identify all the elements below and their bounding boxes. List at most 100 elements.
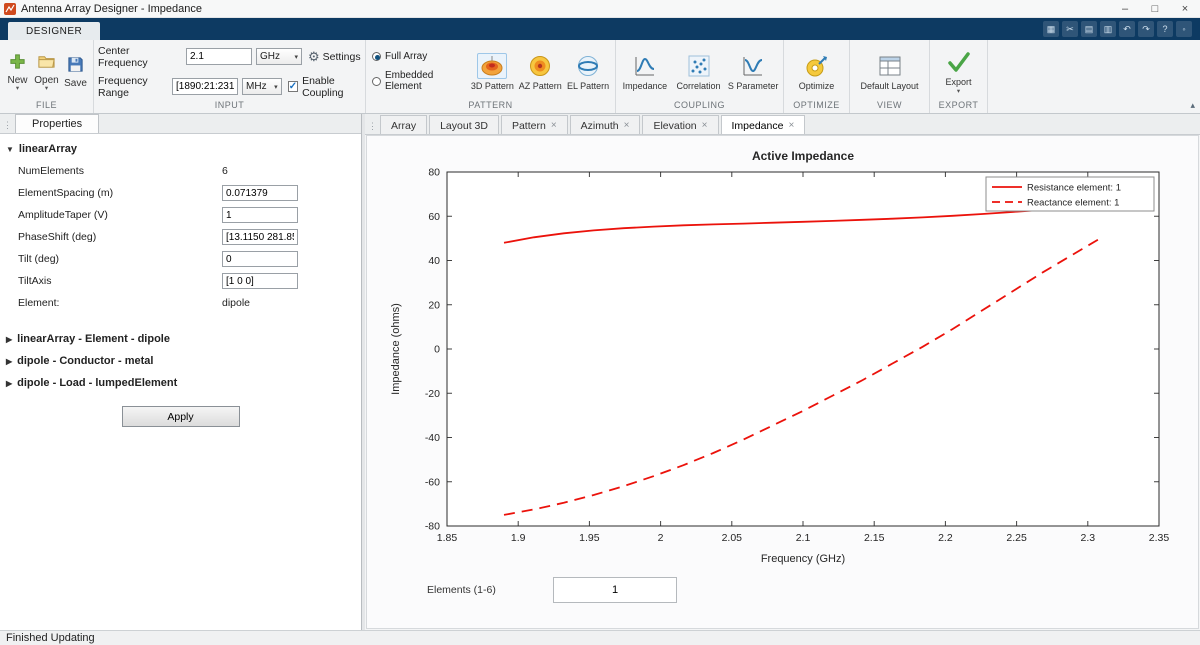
- maximize-button[interactable]: □: [1140, 0, 1170, 17]
- elements-control: Elements (1-6): [369, 577, 1198, 603]
- drag-handle-icon[interactable]: ⋮: [365, 121, 380, 134]
- chevron-down-icon: ▾: [957, 89, 960, 95]
- default-layout-button[interactable]: Default Layout: [854, 53, 925, 91]
- svg-text:1.9: 1.9: [511, 532, 526, 544]
- linear-array-node[interactable]: ▼ linearArray: [0, 138, 361, 160]
- close-button[interactable]: ×: [1170, 0, 1200, 17]
- settings-button[interactable]: ⚙ Settings: [308, 50, 361, 63]
- tab-elevation[interactable]: Elevation ×: [642, 115, 718, 134]
- redo-icon[interactable]: ↷: [1138, 21, 1154, 37]
- app-icon: [4, 3, 16, 15]
- property-label: Tilt (deg): [0, 253, 222, 265]
- group-label-coupling: COUPLING: [616, 100, 783, 113]
- close-icon[interactable]: ×: [551, 121, 557, 131]
- close-icon[interactable]: ×: [788, 121, 794, 131]
- resources-icon[interactable]: ◦: [1176, 21, 1192, 37]
- embedded-element-radio[interactable]: Embedded Element: [372, 70, 467, 92]
- button-label: Optimize: [799, 81, 835, 91]
- property-label: NumElements: [0, 165, 222, 177]
- elements-input[interactable]: [553, 577, 677, 603]
- export-button[interactable]: Export ▾: [934, 49, 983, 95]
- element-dipole-node[interactable]: ▶ linearArray - Element - dipole: [0, 328, 361, 350]
- optimize-icon: [804, 53, 830, 79]
- button-label: S Parameter: [728, 81, 779, 91]
- property-row: ElementSpacing (m): [0, 182, 361, 204]
- button-label: AZ Pattern: [519, 81, 562, 91]
- cut-icon[interactable]: ✂: [1062, 21, 1078, 37]
- svg-text:2.1: 2.1: [796, 532, 811, 544]
- save-button[interactable]: Save: [62, 55, 89, 89]
- copy-icon[interactable]: ▤: [1081, 21, 1097, 37]
- help-icon[interactable]: ?: [1157, 21, 1173, 37]
- tab-impedance[interactable]: Impedance ×: [721, 115, 806, 134]
- property-row: TiltAxis: [0, 270, 361, 292]
- layout-icon[interactable]: ▦: [1043, 21, 1059, 37]
- s-parameter-button[interactable]: S Parameter: [727, 53, 779, 91]
- status-bar: Finished Updating: [0, 630, 1200, 645]
- undo-icon[interactable]: ↶: [1119, 21, 1135, 37]
- node-label: linearArray: [19, 143, 77, 155]
- gear-icon: ⚙: [308, 50, 320, 63]
- drag-handle-icon[interactable]: ⋮: [0, 120, 15, 133]
- load-lumped-element-node[interactable]: ▶ dipole - Load - lumpedElement: [0, 372, 361, 394]
- property-row: Tilt (deg): [0, 248, 361, 270]
- num-elements-value: 6: [222, 165, 228, 177]
- el-pattern-button[interactable]: EL Pattern: [565, 53, 611, 91]
- svg-text:2: 2: [658, 532, 664, 544]
- close-icon[interactable]: ×: [702, 121, 708, 131]
- collapse-ribbon-icon[interactable]: ▴: [1190, 100, 1195, 111]
- button-label: Open: [34, 75, 58, 86]
- svg-text:2.35: 2.35: [1149, 532, 1170, 544]
- default-layout-icon: [877, 53, 903, 79]
- enable-coupling-checkbox[interactable]: ✓ Enable Coupling: [288, 75, 365, 99]
- full-array-radio[interactable]: Full Array: [372, 51, 467, 62]
- frequency-range-input[interactable]: [172, 78, 238, 95]
- tab-designer[interactable]: DESIGNER: [8, 22, 100, 40]
- export-group: Export ▾ EXPORT: [930, 40, 988, 113]
- new-button[interactable]: New ▾: [4, 52, 31, 92]
- pattern-mode-radios: Full Array Embedded Element: [370, 51, 467, 92]
- radio-icon: [372, 77, 381, 86]
- correlation-button[interactable]: Correlation: [673, 53, 725, 91]
- tab-array[interactable]: Array: [380, 115, 427, 134]
- antenna-array-designer-window: Antenna Array Designer - Impedance – □ ×…: [0, 0, 1200, 645]
- tilt-axis-input[interactable]: [222, 273, 298, 289]
- optimize-button[interactable]: Optimize: [789, 53, 845, 91]
- svg-text:Resistance element: 1: Resistance element: 1: [1027, 183, 1121, 194]
- button-label: Save: [64, 78, 87, 89]
- property-row: NumElements 6: [0, 160, 361, 182]
- conductor-metal-node[interactable]: ▶ dipole - Conductor - metal: [0, 350, 361, 372]
- phase-shift-input[interactable]: [222, 229, 298, 245]
- new-icon: [8, 52, 27, 74]
- paste-icon[interactable]: ▥: [1100, 21, 1116, 37]
- tilt-input[interactable]: [222, 251, 298, 267]
- group-label-file: FILE: [0, 100, 93, 113]
- element-value: dipole: [222, 297, 250, 309]
- svg-text:2.2: 2.2: [938, 532, 953, 544]
- minimize-button[interactable]: –: [1110, 0, 1140, 17]
- group-label-input: INPUT: [94, 100, 365, 113]
- element-spacing-input[interactable]: [222, 185, 298, 201]
- tab-layout-3d[interactable]: Layout 3D: [429, 115, 499, 134]
- center-frequency-unit-select[interactable]: GHz ▾: [256, 48, 302, 65]
- az-pattern-button[interactable]: AZ Pattern: [517, 53, 563, 91]
- 3d-pattern-button[interactable]: 3D Pattern: [469, 53, 515, 91]
- tab-label: Pattern: [512, 120, 546, 132]
- property-label: AmplitudeTaper (V): [0, 209, 222, 221]
- s-parameter-icon: [740, 53, 766, 79]
- svg-text:-20: -20: [425, 388, 440, 400]
- svg-text:-60: -60: [425, 476, 440, 488]
- file-group: New ▾ Open ▾ Save FILE: [0, 40, 94, 113]
- frequency-range-unit-select[interactable]: MHz ▾: [242, 78, 282, 95]
- tab-properties[interactable]: Properties: [15, 114, 99, 133]
- amplitude-taper-input[interactable]: [222, 207, 298, 223]
- svg-text:Reactance element: 1: Reactance element: 1: [1027, 198, 1119, 209]
- tab-pattern[interactable]: Pattern ×: [501, 115, 568, 134]
- apply-button[interactable]: Apply: [122, 406, 240, 427]
- open-button[interactable]: Open ▾: [33, 52, 60, 92]
- impedance-button[interactable]: Impedance: [620, 53, 670, 91]
- checkbox-label: Enable Coupling: [302, 75, 364, 99]
- tab-azimuth[interactable]: Azimuth ×: [570, 115, 641, 134]
- close-icon[interactable]: ×: [624, 121, 630, 131]
- center-frequency-input[interactable]: [186, 48, 252, 65]
